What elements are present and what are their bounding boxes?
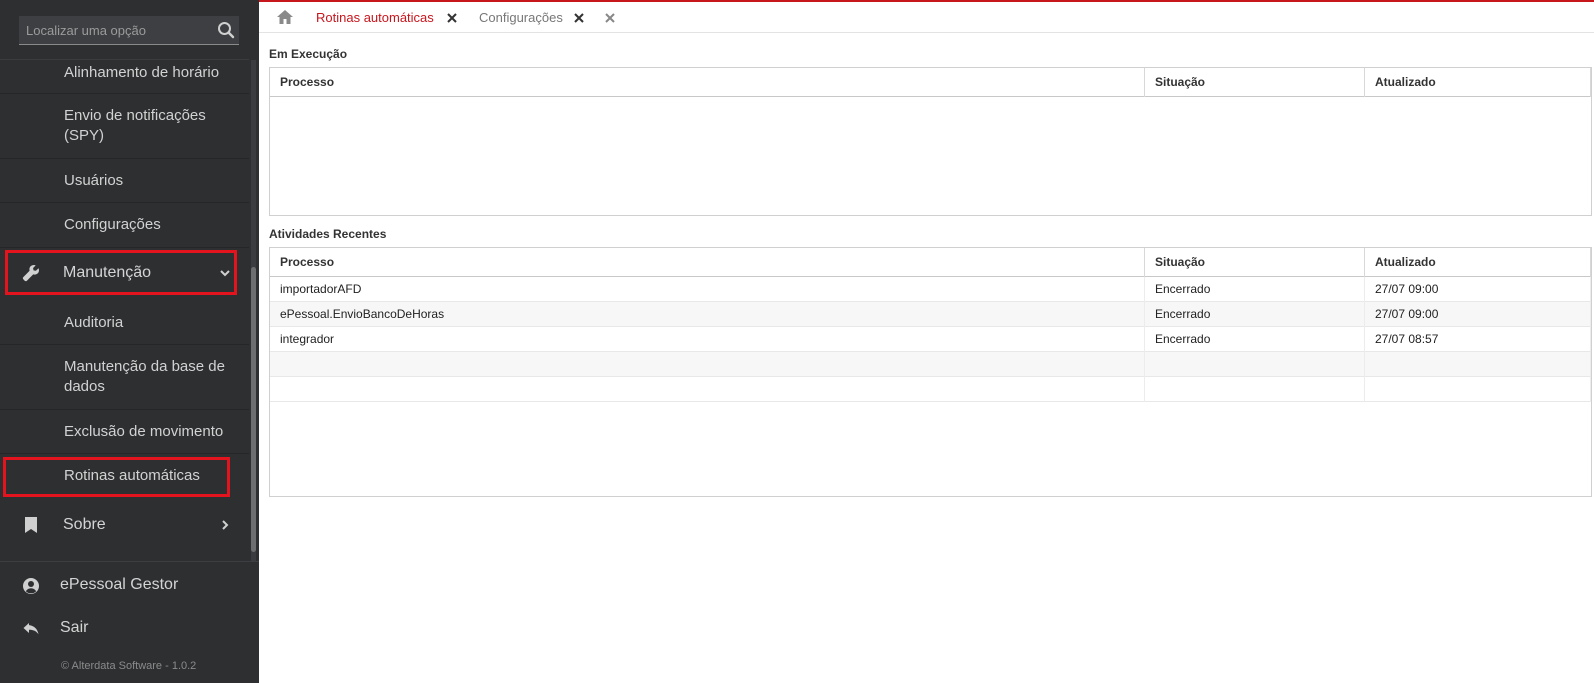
column-header[interactable]: Situação (1145, 68, 1365, 97)
logout-button[interactable]: Sair (0, 613, 259, 645)
section-title-running: Em Execução (269, 47, 348, 61)
column-header[interactable]: Situação (1145, 248, 1365, 277)
tab-configuracoes[interactable]: Configurações (464, 4, 594, 32)
cell-atualizado: 27/07 08:57 (1365, 327, 1591, 352)
sidebar-item-alinhamento[interactable]: Alinhamento de horário (0, 60, 249, 94)
cell-situacao: Encerrado (1145, 302, 1365, 327)
table-header: Processo Situação Atualizado (270, 68, 1591, 97)
running-table: Processo Situação Atualizado (269, 67, 1592, 216)
cell-atualizado: 27/07 09:00 (1365, 277, 1591, 302)
column-header[interactable]: Processo (270, 68, 1145, 97)
table-row-empty (270, 377, 1591, 402)
sidebar-group-label: Manutenção (63, 264, 152, 281)
sidebar-item-exclusao-movimento[interactable]: Exclusão de movimento (0, 410, 249, 454)
user-circle-icon (23, 578, 39, 594)
cell-processo: integrador (270, 327, 1145, 352)
sidebar-group-label: Sobre (63, 516, 106, 533)
search-icon[interactable] (217, 21, 235, 39)
tab-rotinas-automaticas[interactable]: Rotinas automáticas (301, 4, 467, 32)
sidebar-item-rotinas-automaticas[interactable]: Rotinas automáticas (0, 454, 249, 499)
sidebar-scroll-thumb[interactable] (251, 267, 256, 552)
divider (0, 561, 259, 562)
table-row-empty (270, 352, 1591, 377)
sidebar-item-label: Rotinas automáticas (64, 467, 200, 484)
user-profile-link[interactable]: ePessoal Gestor (0, 570, 259, 602)
tab-bar: Rotinas automáticas Configurações (259, 0, 1594, 33)
sidebar-item-label: Manutenção da base de dados (64, 358, 225, 395)
column-header[interactable]: Atualizado (1365, 248, 1591, 277)
chevron-right-icon (222, 520, 229, 530)
cell-processo: ePessoal.EnvioBancoDeHoras (270, 302, 1145, 327)
sidebar-item-label: Auditoria (64, 314, 124, 331)
close-icon[interactable] (447, 13, 457, 23)
cell-empty (1145, 377, 1365, 402)
tab-label: Rotinas automáticas (316, 10, 434, 25)
sidebar: Alinhamento de horário Envio de notifica… (0, 0, 259, 683)
copyright: © Alterdata Software - 1.0.2 (61, 660, 197, 672)
sidebar-item-manutencao-base[interactable]: Manutenção da base de dados (0, 345, 249, 410)
cell-processo: importadorAFD (270, 277, 1145, 302)
cell-empty (1365, 377, 1591, 402)
sidebar-group-sobre[interactable]: Sobre (0, 502, 249, 549)
sidebar-search[interactable] (19, 16, 239, 45)
cell-empty (1145, 352, 1365, 377)
close-all-icon[interactable] (605, 13, 615, 23)
sidebar-item-configuracoes[interactable]: Configurações (0, 203, 249, 248)
sidebar-item-label: Alinhamento de horário (64, 64, 220, 81)
cell-empty (1365, 352, 1591, 377)
cell-empty (270, 352, 1145, 377)
bookmark-icon (25, 517, 37, 533)
app-root: Alinhamento de horário Envio de notifica… (0, 0, 1594, 683)
table-row[interactable]: importadorAFD Encerrado 27/07 09:00 (270, 277, 1591, 302)
column-header[interactable]: Processo (270, 248, 1145, 277)
search-input[interactable] (19, 16, 209, 44)
sidebar-item-label: Envio de notificações (SPY) (64, 107, 206, 144)
section-title-recent: Atividades Recentes (269, 227, 387, 241)
tab-label: Configurações (479, 10, 563, 25)
close-icon[interactable] (574, 13, 584, 23)
column-header[interactable]: Atualizado (1365, 68, 1591, 97)
sidebar-item-label: Exclusão de movimento (64, 423, 224, 440)
sidebar-item-usuarios[interactable]: Usuários (0, 159, 249, 203)
sidebar-item-envio-notificacoes[interactable]: Envio de notificações (SPY) (0, 94, 249, 159)
user-name: ePessoal Gestor (60, 576, 179, 593)
wrench-icon (22, 264, 39, 282)
logout-label: Sair (60, 619, 89, 636)
logout-icon (23, 623, 39, 635)
cell-atualizado: 27/07 09:00 (1365, 302, 1591, 327)
cell-empty (270, 377, 1145, 402)
table-header: Processo Situação Atualizado (270, 248, 1591, 277)
home-icon[interactable] (276, 8, 294, 26)
cell-situacao: Encerrado (1145, 327, 1365, 352)
cell-situacao: Encerrado (1145, 277, 1365, 302)
table-row[interactable]: ePessoal.EnvioBancoDeHoras Encerrado 27/… (270, 302, 1591, 327)
sidebar-item-auditoria[interactable]: Auditoria (0, 301, 249, 345)
chevron-down-icon (220, 270, 230, 277)
sidebar-item-label: Configurações (64, 216, 161, 233)
sidebar-item-label: Usuários (64, 172, 124, 189)
recent-table: Processo Situação Atualizado importadorA… (269, 247, 1592, 497)
table-row[interactable]: integrador Encerrado 27/07 08:57 (270, 327, 1591, 352)
sidebar-group-manutencao[interactable]: Manutenção (0, 250, 249, 297)
